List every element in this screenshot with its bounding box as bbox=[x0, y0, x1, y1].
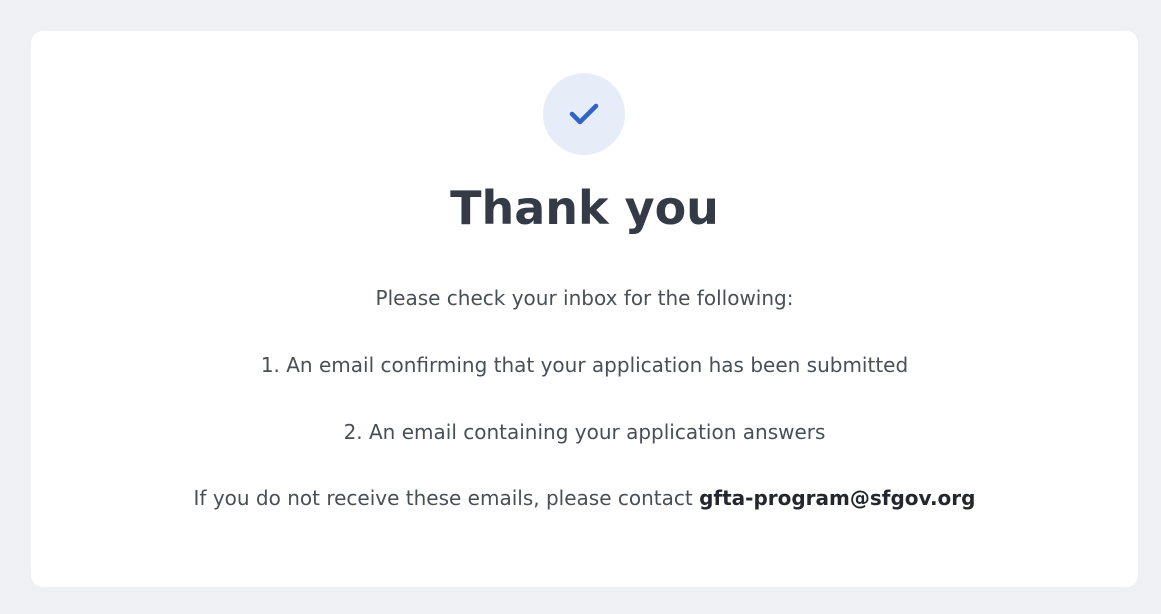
confirmation-card: Thank you Please check your inbox for th… bbox=[31, 31, 1138, 587]
check-icon bbox=[569, 103, 599, 125]
contact-note: If you do not receive these emails, plea… bbox=[31, 484, 1138, 512]
list-item: 2. An email containing your application … bbox=[343, 420, 826, 444]
list-item: 1. An email confirming that your applica… bbox=[260, 353, 909, 377]
contact-text: If you do not receive these emails, plea… bbox=[193, 486, 693, 510]
success-badge bbox=[543, 73, 625, 155]
inbox-instructions: Please check your inbox for the followin… bbox=[375, 286, 794, 310]
contact-email-link[interactable]: gfta-program@sfgov.org bbox=[699, 486, 975, 510]
page-title: Thank you bbox=[450, 181, 719, 235]
